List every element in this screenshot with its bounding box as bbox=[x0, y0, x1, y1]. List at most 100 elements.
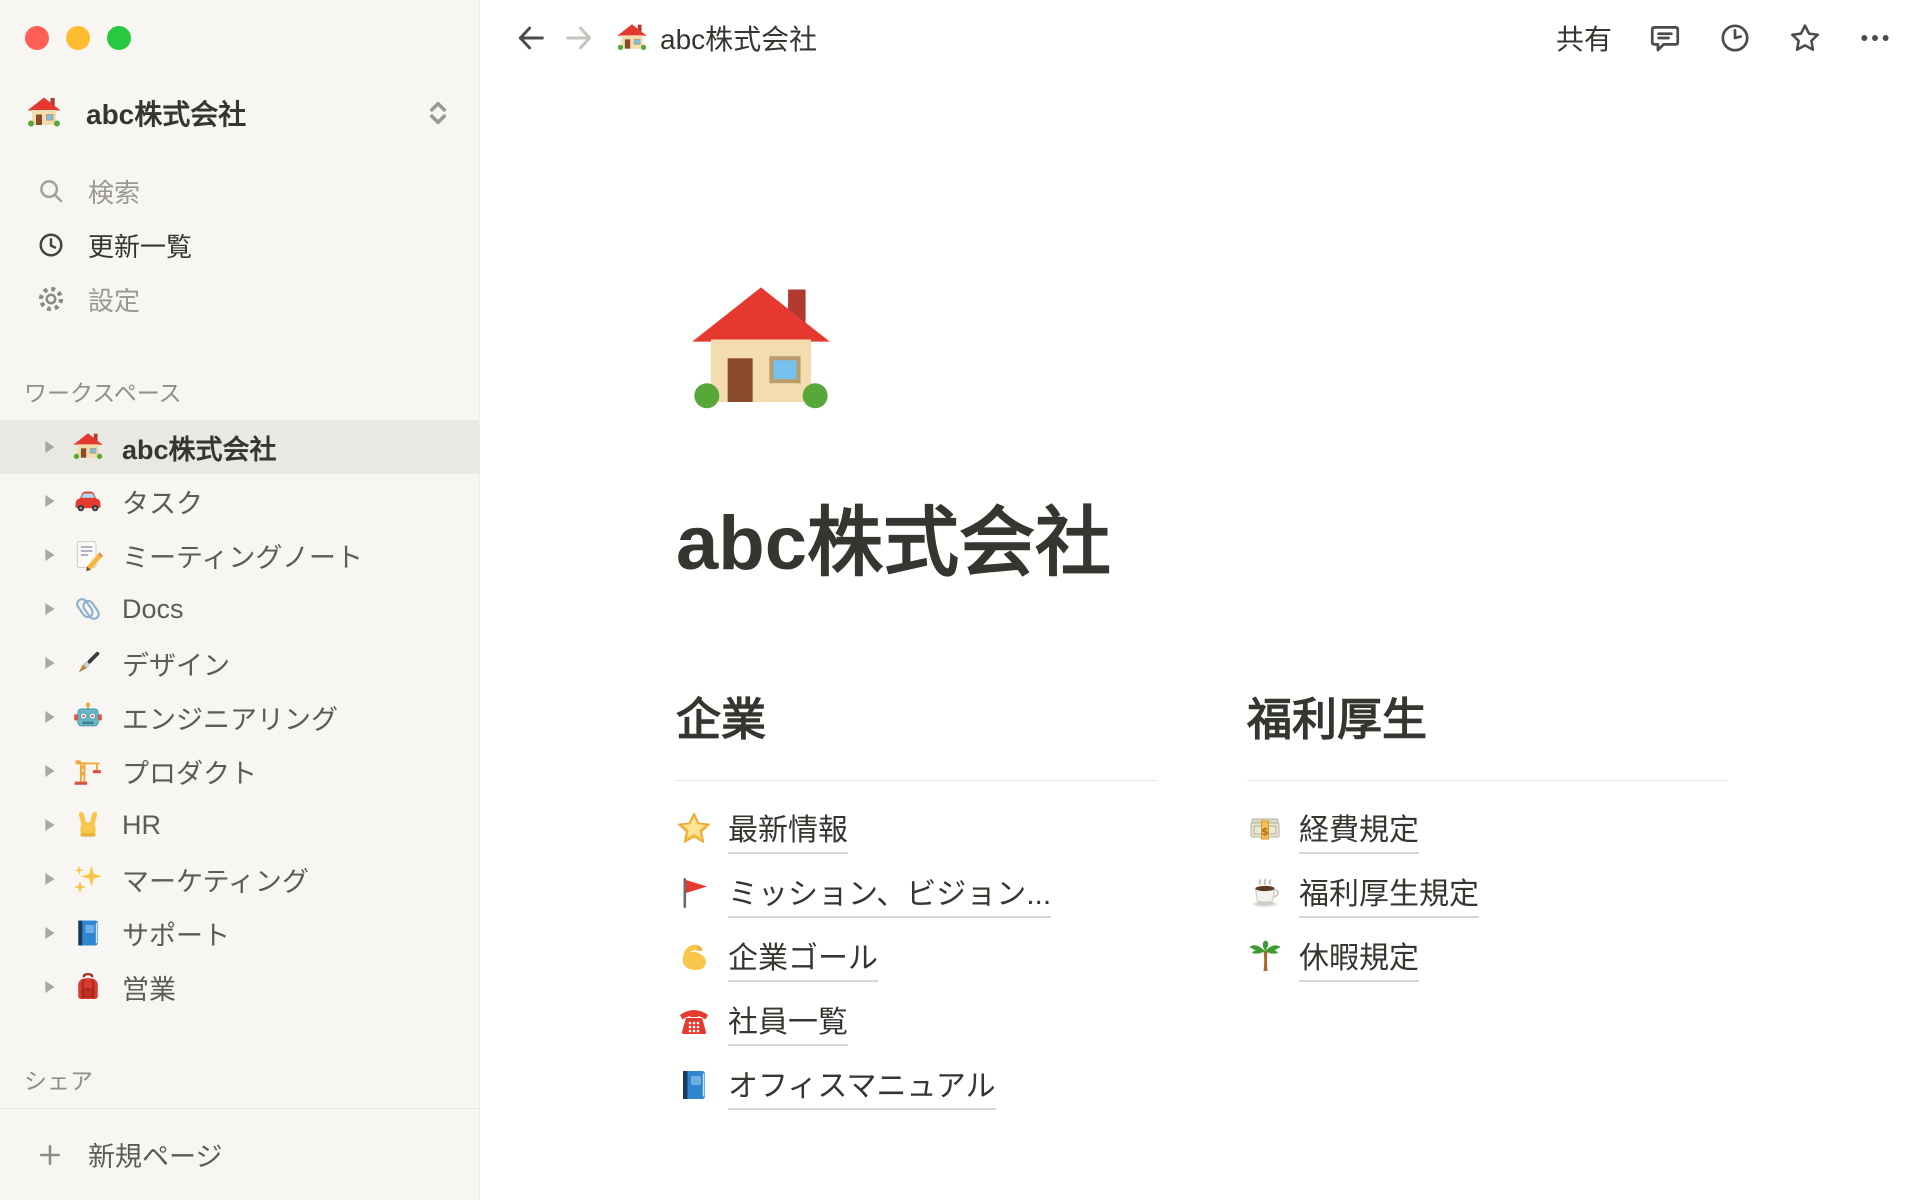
workspace-page-list: abc株式会社タスクミーティングノート Docs デザインエンジニアリングプロダクト… bbox=[0, 420, 479, 1014]
disclosure-triangle-icon[interactable] bbox=[38, 760, 60, 782]
sidebar: abc株式会社 検索更新一覧設定 ワークスペース abc株式会社タスクミーティン… bbox=[0, 0, 480, 1200]
sidebar-page-label: エンジニアリング bbox=[122, 698, 338, 737]
car-emoji bbox=[72, 485, 104, 517]
sidebar-page-item[interactable]: デザイン bbox=[0, 636, 479, 690]
sidebar-page-label: タスク bbox=[122, 482, 203, 521]
page-link-label[interactable]: オフィスマニュアル bbox=[728, 1061, 996, 1110]
sidebar-page-item[interactable]: HR bbox=[0, 798, 479, 852]
page-link-label[interactable]: 企業ゴール bbox=[728, 933, 878, 982]
memo-emoji bbox=[72, 539, 104, 571]
share-button[interactable]: 共有 bbox=[1556, 18, 1612, 58]
svg-text:$: $ bbox=[1261, 825, 1269, 838]
history-clock-icon[interactable] bbox=[1718, 21, 1752, 55]
column-heading: 福利厚生 bbox=[1247, 693, 1728, 747]
disclosure-triangle-icon[interactable] bbox=[38, 868, 60, 890]
star-emoji bbox=[676, 811, 712, 847]
sidebar-page-item[interactable]: プロダクト bbox=[0, 744, 479, 798]
sidebar-page-item[interactable]: abc株式会社 bbox=[0, 420, 479, 474]
sidebar-page-item[interactable]: ミーティングノート bbox=[0, 528, 479, 582]
page-column: 企業最新情報ミッション、ビジョン... 企業ゴール社員一覧オフィスマニュアル bbox=[676, 693, 1157, 1117]
sidebar-page-label: プロダクト bbox=[122, 752, 257, 791]
crane-emoji bbox=[72, 755, 104, 787]
page-link[interactable]: 休暇規定 bbox=[1247, 925, 1728, 989]
palm-tree-emoji bbox=[1247, 939, 1283, 975]
breadcrumb[interactable]: abc株式会社 bbox=[616, 18, 817, 58]
page-link-label[interactable]: 福利厚生規定 bbox=[1299, 869, 1479, 918]
money-emoji: $ bbox=[1247, 811, 1283, 847]
topbar: abc株式会社 共有 bbox=[480, 0, 1920, 76]
sidebar-item-clock[interactable]: 更新一覧 bbox=[0, 218, 479, 272]
telephone-emoji bbox=[676, 1003, 712, 1039]
sidebar-page-label: サポート bbox=[122, 914, 230, 953]
workspace-switcher[interactable]: abc株式会社 bbox=[12, 84, 467, 142]
workspace-name: abc株式会社 bbox=[86, 93, 423, 133]
page-link[interactable]: 最新情報 bbox=[676, 797, 1157, 861]
share-section-title: シェア bbox=[0, 1066, 479, 1096]
paperclips-emoji bbox=[72, 593, 104, 625]
sidebar-page-item[interactable]: タスク bbox=[0, 474, 479, 528]
disclosure-triangle-icon[interactable] bbox=[38, 706, 60, 728]
page-link-label[interactable]: 最新情報 bbox=[728, 805, 848, 854]
sidebar-item-search[interactable]: 検索 bbox=[0, 164, 479, 218]
breadcrumb-label: abc株式会社 bbox=[660, 18, 817, 58]
sidebar-item-label: 検索 bbox=[88, 173, 140, 210]
disclosure-triangle-icon[interactable] bbox=[38, 544, 60, 566]
disclosure-triangle-icon[interactable] bbox=[38, 814, 60, 836]
back-button[interactable] bbox=[514, 21, 548, 55]
minimize-window-button[interactable] bbox=[66, 26, 90, 50]
victory-hand-emoji bbox=[72, 809, 104, 841]
new-page-button[interactable]: 新規ページ bbox=[0, 1108, 479, 1200]
sparkles-emoji bbox=[72, 863, 104, 895]
sidebar-page-label: ミーティングノート bbox=[122, 536, 363, 575]
page-icon[interactable] bbox=[686, 277, 836, 427]
house-emoji bbox=[72, 431, 104, 463]
forward-button[interactable] bbox=[562, 21, 596, 55]
sidebar-menu: 検索更新一覧設定 bbox=[0, 164, 479, 326]
blue-book-emoji bbox=[72, 917, 104, 949]
page-link[interactable]: $ 経費規定 bbox=[1247, 797, 1728, 861]
disclosure-triangle-icon[interactable] bbox=[38, 436, 60, 458]
column-heading: 企業 bbox=[676, 693, 1157, 747]
page-link[interactable]: 福利厚生規定 bbox=[1247, 861, 1728, 925]
coffee-emoji bbox=[1247, 875, 1283, 911]
sidebar-item-gear[interactable]: 設定 bbox=[0, 272, 479, 326]
gear-icon bbox=[36, 284, 66, 314]
column-divider bbox=[676, 780, 1157, 781]
sidebar-page-item[interactable]: 営業 bbox=[0, 960, 479, 1014]
sidebar-page-item[interactable]: マーケティング bbox=[0, 852, 479, 906]
sidebar-page-item[interactable]: Docs bbox=[0, 582, 479, 636]
sidebar-page-label: HR bbox=[122, 810, 161, 841]
comment-icon[interactable] bbox=[1648, 21, 1682, 55]
breadcrumb-house-icon bbox=[616, 22, 648, 54]
page-link-label[interactable]: 社員一覧 bbox=[728, 997, 848, 1046]
favorite-star-icon[interactable] bbox=[1788, 21, 1822, 55]
sidebar-page-item[interactable]: エンジニアリング bbox=[0, 690, 479, 744]
sidebar-page-label: Docs bbox=[122, 594, 184, 625]
sidebar-item-label: 設定 bbox=[88, 281, 140, 318]
column-divider bbox=[1247, 780, 1728, 781]
more-options-icon[interactable] bbox=[1858, 21, 1892, 55]
window-controls bbox=[0, 0, 479, 50]
page-link-label[interactable]: ミッション、ビジョン... bbox=[728, 869, 1051, 918]
backpack-emoji bbox=[72, 971, 104, 1003]
disclosure-triangle-icon[interactable] bbox=[38, 652, 60, 674]
page-columns: 企業最新情報ミッション、ビジョン... 企業ゴール社員一覧オフィスマニュアル 福利厚… bbox=[676, 693, 1860, 1117]
page-link[interactable]: 企業ゴール bbox=[676, 925, 1157, 989]
close-window-button[interactable] bbox=[25, 26, 49, 50]
page-link-label[interactable]: 経費規定 bbox=[1299, 805, 1419, 854]
page-content: abc株式会社 企業最新情報ミッション、ビジョン... 企業ゴール社員一覧オフィス… bbox=[480, 76, 1920, 1200]
disclosure-triangle-icon[interactable] bbox=[38, 922, 60, 944]
new-page-label: 新規ページ bbox=[88, 1135, 222, 1174]
page-link[interactable]: オフィスマニュアル bbox=[676, 1053, 1157, 1117]
disclosure-triangle-icon[interactable] bbox=[38, 490, 60, 512]
page-link-list: 最新情報ミッション、ビジョン... 企業ゴール社員一覧オフィスマニュアル bbox=[676, 797, 1157, 1117]
page-title: abc株式会社 bbox=[676, 500, 1860, 587]
page-link[interactable]: ミッション、ビジョン... bbox=[676, 861, 1157, 925]
sidebar-item-label: 更新一覧 bbox=[88, 227, 192, 264]
page-link-label[interactable]: 休暇規定 bbox=[1299, 933, 1419, 982]
disclosure-triangle-icon[interactable] bbox=[38, 976, 60, 998]
disclosure-triangle-icon[interactable] bbox=[38, 598, 60, 620]
sidebar-page-item[interactable]: サポート bbox=[0, 906, 479, 960]
zoom-window-button[interactable] bbox=[107, 26, 131, 50]
page-link[interactable]: 社員一覧 bbox=[676, 989, 1157, 1053]
